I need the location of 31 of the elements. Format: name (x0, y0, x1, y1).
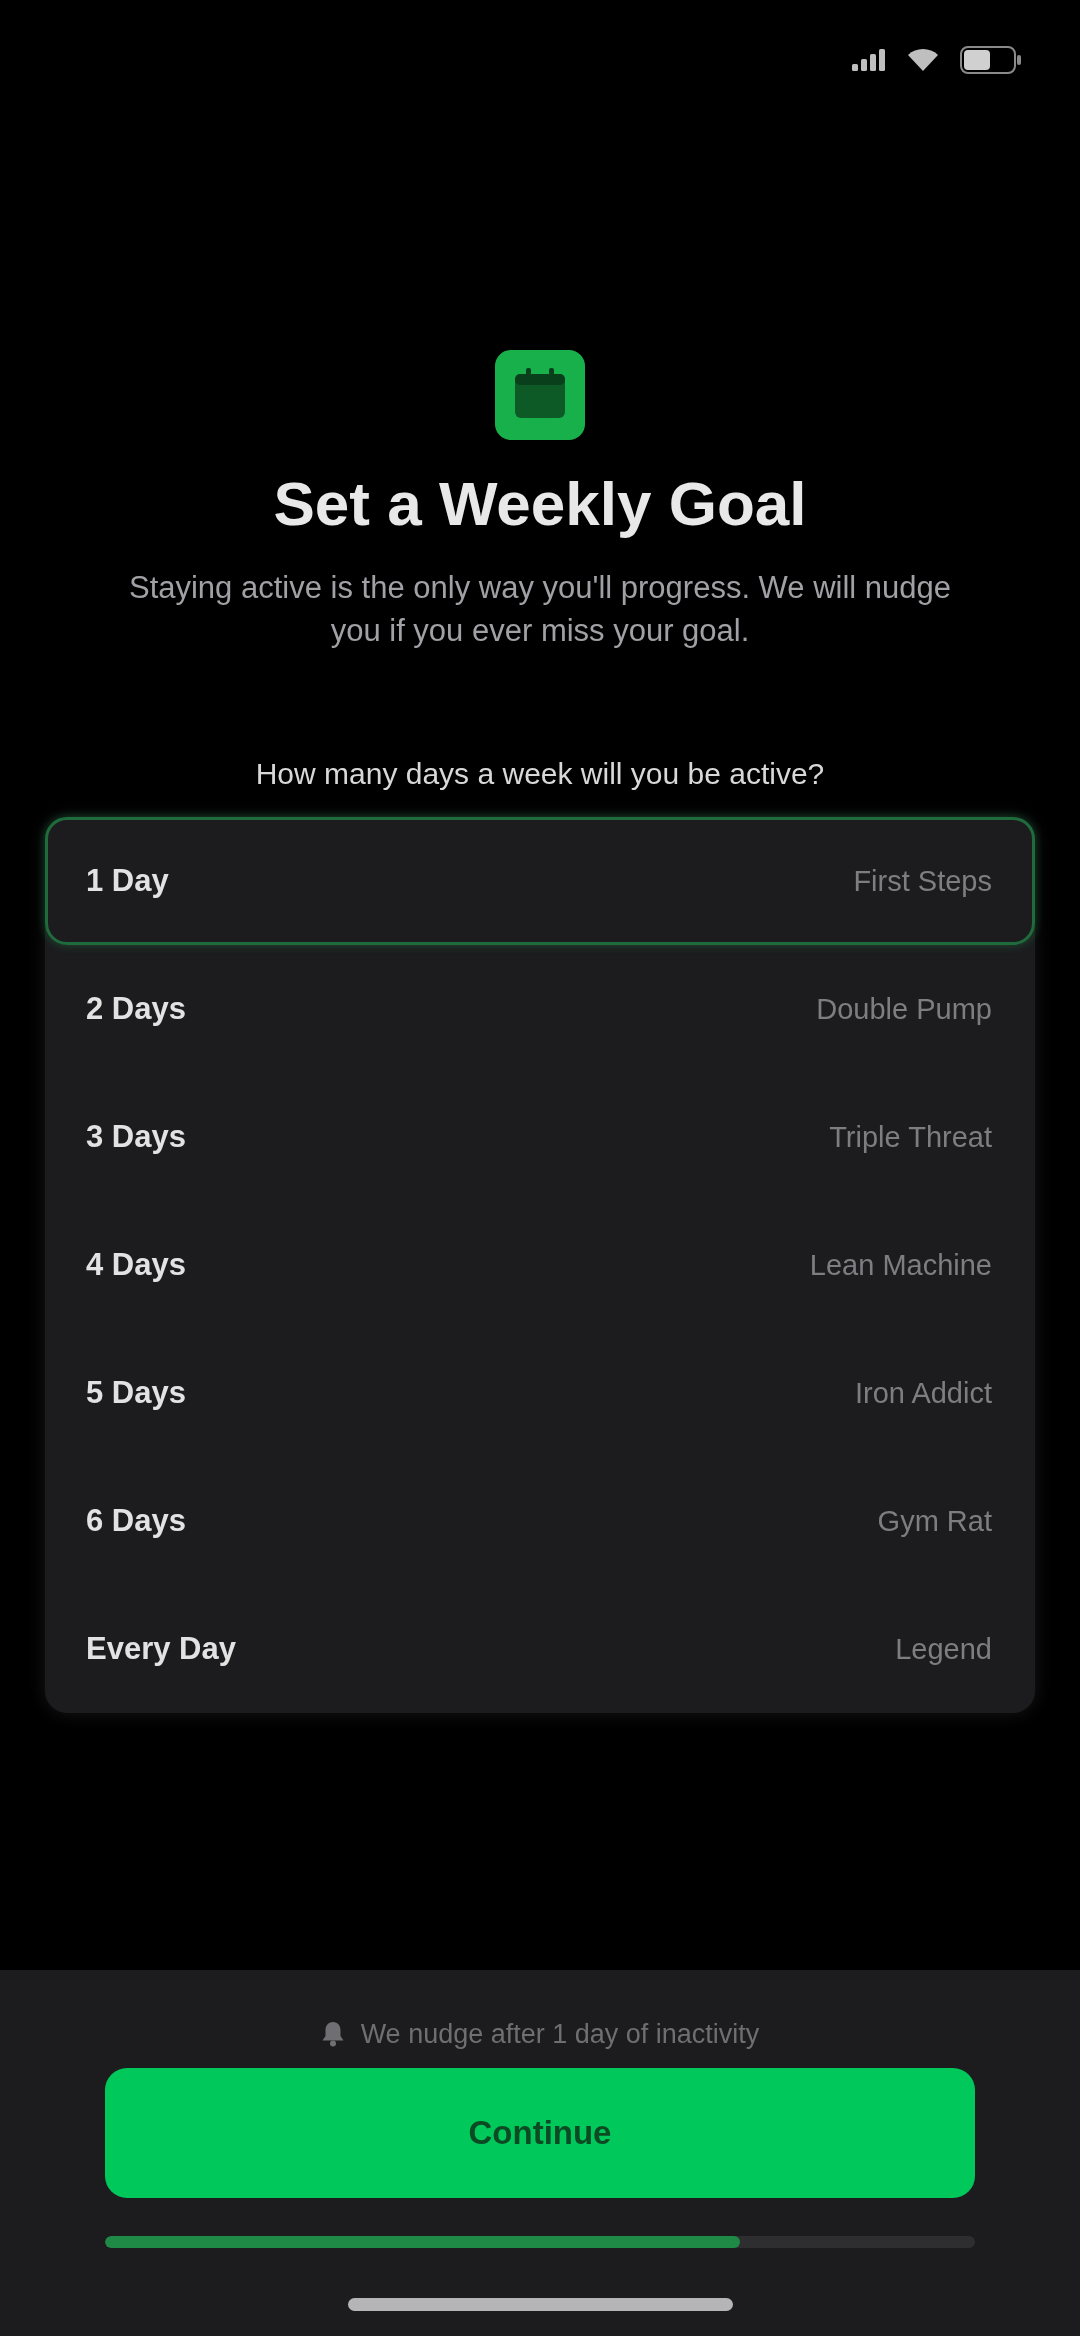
goal-option[interactable]: Every Day Legend (45, 1585, 1035, 1713)
days-label: 2 Days (86, 991, 186, 1027)
question-text: How many days a week will you be active? (255, 756, 825, 792)
goal-name: Triple Threat (829, 1120, 992, 1154)
days-label: 3 Days (86, 1119, 186, 1155)
goal-name: Iron Addict (854, 1376, 992, 1410)
battery-icon (960, 46, 1022, 74)
days-label: 5 Days (86, 1375, 186, 1411)
nudge-note: We nudge after 1 day of inactivity (360, 2018, 760, 2050)
goal-option[interactable]: 2 Days Double Pump (45, 945, 1035, 1073)
days-label: 4 Days (86, 1247, 186, 1283)
days-label: 1 Day (86, 863, 169, 899)
calendar-icon (495, 350, 585, 440)
goal-name: Gym Rat (877, 1504, 992, 1538)
goal-option[interactable]: 6 Days Gym Rat (45, 1457, 1035, 1585)
goal-option[interactable]: 3 Days Triple Threat (45, 1073, 1035, 1201)
goal-name: First Steps (853, 864, 992, 898)
goal-option[interactable]: 5 Days Iron Addict (45, 1329, 1035, 1457)
wifi-icon (908, 49, 938, 71)
goal-name: Double Pump (816, 992, 992, 1026)
days-label: Every Day (86, 1631, 236, 1667)
goal-name: Legend (895, 1632, 992, 1666)
goal-option[interactable]: 1 Day First Steps (45, 817, 1035, 945)
bell-icon (320, 2021, 345, 2047)
screen-title: Set a Weekly Goal (273, 468, 807, 540)
goal-name: Lean Machine (809, 1248, 992, 1282)
signal-icon (852, 49, 886, 71)
goal-option[interactable]: 4 Days Lean Machine (45, 1201, 1035, 1329)
subtitle-text: Staying active is the only way you'll progress. We will nudge you if you ever miss your goal. (127, 569, 953, 650)
continue-button[interactable]: Continue (105, 2068, 975, 2198)
days-label: 6 Days (86, 1503, 186, 1539)
